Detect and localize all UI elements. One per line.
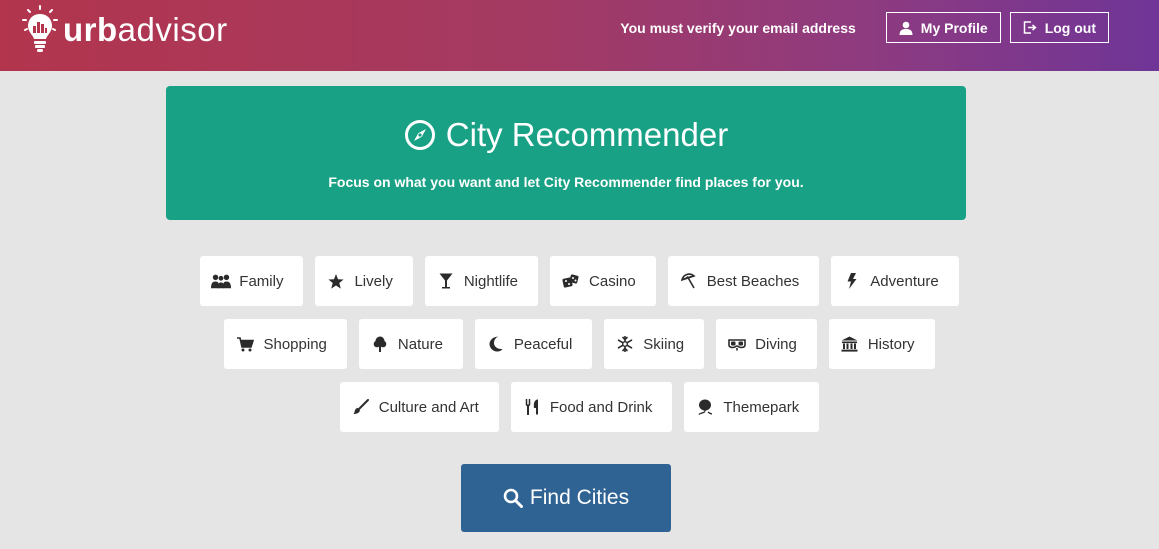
logout-label: Log out [1044, 19, 1096, 36]
category-row-2: Shopping Nature Peaceful Skiing Diving H… [0, 319, 1159, 369]
moon-icon [486, 335, 506, 353]
lightning-icon [842, 272, 862, 290]
category-food-and-drink[interactable]: Food and Drink [510, 382, 673, 432]
category-family[interactable]: Family [200, 256, 304, 306]
category-label: Diving [755, 335, 797, 353]
category-peaceful[interactable]: Peaceful [474, 319, 593, 369]
logout-button[interactable]: Log out [1009, 12, 1109, 43]
category-nightlife[interactable]: Nightlife [424, 256, 539, 306]
tree-icon [370, 335, 390, 353]
diving-mask-icon [727, 335, 747, 353]
dice-icon [561, 272, 581, 290]
category-row-3: Culture and Art Food and Drink Themepark [0, 382, 1159, 432]
category-label: Adventure [870, 272, 939, 290]
logout-icon [1023, 21, 1037, 34]
find-cities-label: Find Cities [529, 486, 630, 509]
category-label: Themepark [723, 398, 800, 416]
page-title-text: City Recommender [445, 116, 729, 153]
balloon-icon [695, 398, 715, 416]
brand-name: urbadvisor [63, 11, 228, 49]
category-label: Family [239, 272, 284, 290]
find-cities-button[interactable]: Find Cities [461, 464, 671, 532]
user-icon [899, 21, 913, 35]
museum-icon [840, 335, 860, 353]
category-label: Food and Drink [549, 398, 653, 416]
category-nature[interactable]: Nature [358, 319, 463, 369]
category-label: Shopping [263, 335, 327, 353]
umbrella-icon [679, 272, 699, 290]
category-label: Nature [397, 335, 443, 353]
category-label: Nightlife [463, 272, 519, 290]
category-label: History [867, 335, 915, 353]
page-title: City Recommender [166, 116, 966, 154]
category-label: Skiing [643, 335, 685, 353]
city-recommender-banner: City Recommender Focus on what you want … [166, 86, 966, 220]
category-lively[interactable]: Lively [315, 256, 413, 306]
lightbulb-logo-icon [22, 5, 58, 52]
brush-icon [351, 398, 371, 416]
cart-icon [235, 335, 255, 353]
nav-actions: You must verify your email address My Pr… [620, 12, 1109, 43]
category-label: Peaceful [513, 335, 573, 353]
cutlery-icon [522, 398, 542, 416]
category-row-1: Family Lively Nightlife Casino Best Beac… [0, 256, 1159, 306]
category-label: Casino [589, 272, 636, 290]
my-profile-label: My Profile [920, 19, 988, 36]
category-diving[interactable]: Diving [716, 319, 817, 369]
category-themepark[interactable]: Themepark [684, 382, 820, 432]
category-shopping[interactable]: Shopping [224, 319, 347, 369]
category-history[interactable]: History [828, 319, 935, 369]
category-culture-and-art[interactable]: Culture and Art [339, 382, 499, 432]
category-label: Culture and Art [378, 398, 479, 416]
category-label: Lively [354, 272, 393, 290]
brand-name-bold: urb [63, 11, 118, 48]
category-best-beaches[interactable]: Best Beaches [667, 256, 820, 306]
brand-name-rest: advisor [117, 11, 228, 48]
verify-email-message: You must verify your email address [620, 19, 856, 36]
snowflake-icon [615, 335, 635, 353]
compass-icon [404, 120, 435, 150]
family-icon [211, 272, 232, 290]
top-navbar: urbadvisor You must verify your email ad… [0, 0, 1159, 71]
category-casino[interactable]: Casino [550, 256, 656, 306]
my-profile-button[interactable]: My Profile [885, 12, 1001, 43]
category-adventure[interactable]: Adventure [831, 256, 959, 306]
search-icon [503, 488, 523, 508]
cocktail-icon [436, 272, 456, 290]
brand-logo[interactable]: urbadvisor [20, 4, 228, 54]
category-skiing[interactable]: Skiing [604, 319, 705, 369]
page-subtitle: Focus on what you want and let City Reco… [328, 174, 804, 190]
category-label: Best Beaches [706, 272, 800, 290]
star-icon [326, 272, 346, 290]
